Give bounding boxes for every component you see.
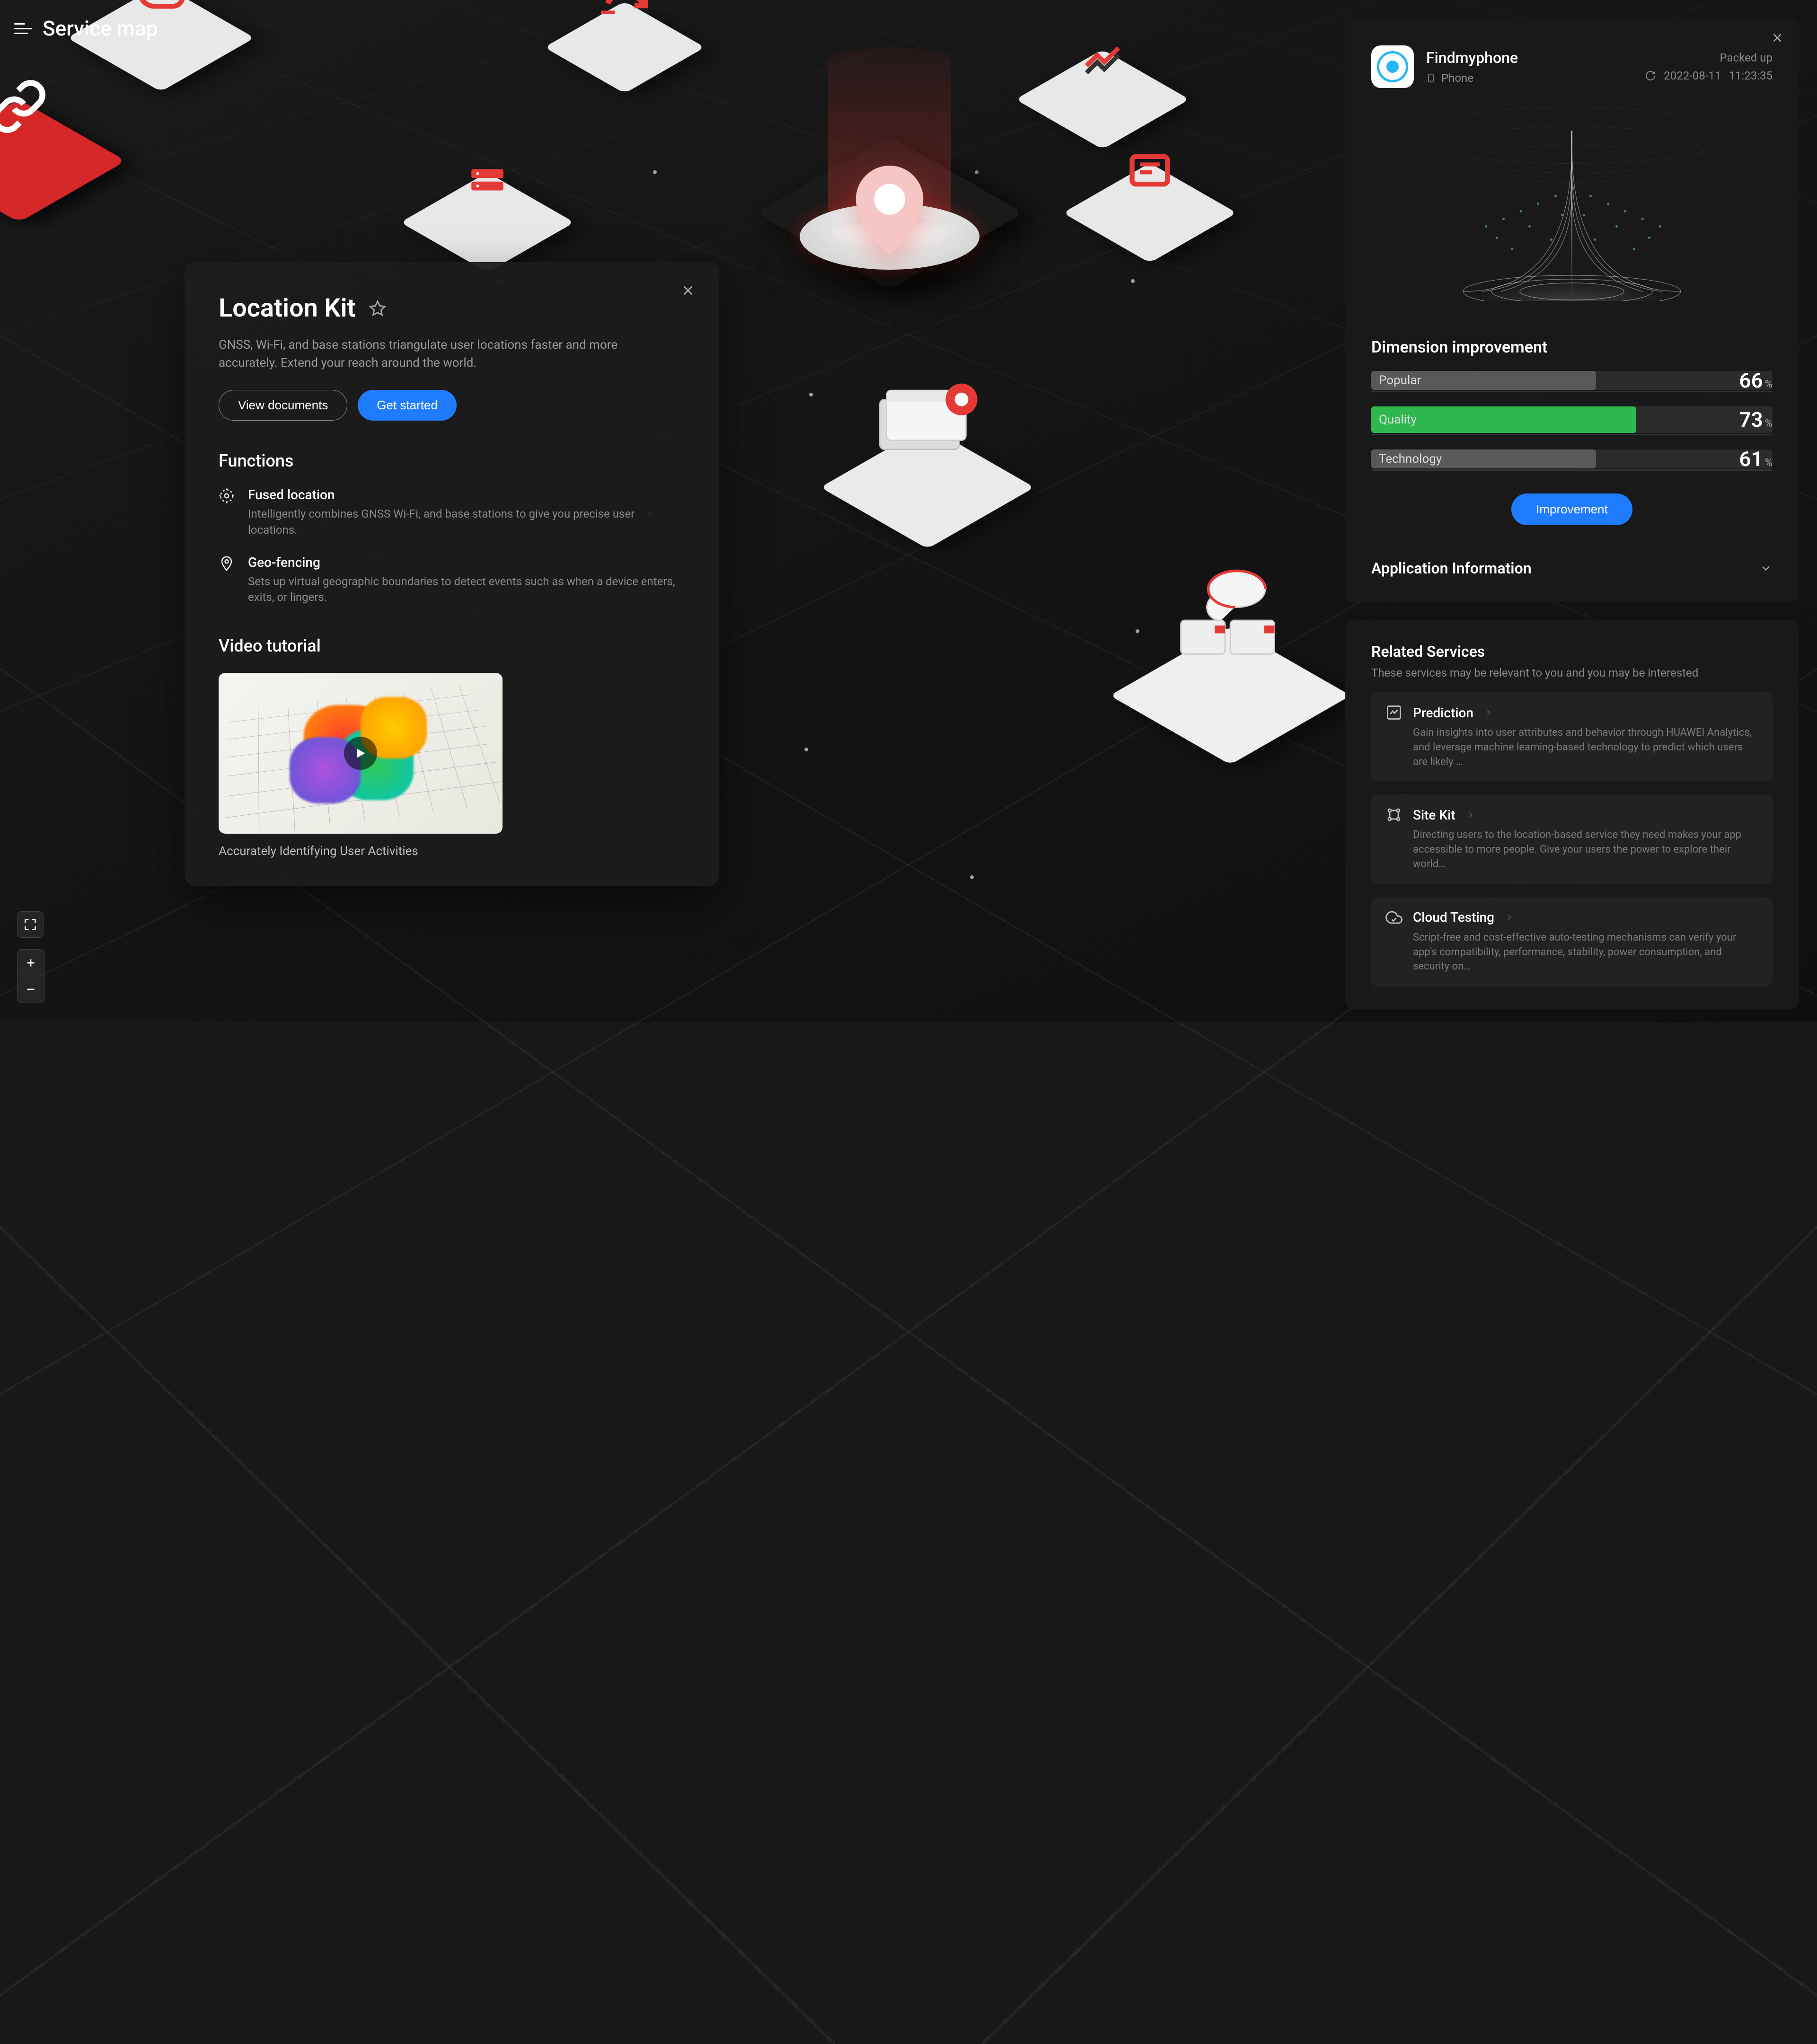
radar-graphic bbox=[1411, 107, 1733, 315]
related-subtitle: These services may be relevant to you an… bbox=[1371, 666, 1773, 679]
function-item: Fused location Intelligently combines GN… bbox=[219, 487, 685, 538]
metric-value: 61 bbox=[1739, 447, 1763, 471]
favorite-star-icon[interactable] bbox=[369, 300, 386, 317]
metric-value: 66 bbox=[1739, 368, 1763, 393]
sync-icon bbox=[1645, 70, 1656, 81]
related-services-panel: Related Services These services may be r… bbox=[1345, 620, 1799, 1009]
get-started-button[interactable]: Get started bbox=[358, 390, 457, 421]
metric-value: 73 bbox=[1739, 407, 1763, 432]
functions-heading: Functions bbox=[219, 451, 685, 471]
related-item-sitekit[interactable]: Site Kit Directing users to the location… bbox=[1371, 794, 1773, 884]
location-beacon[interactable] bbox=[795, 47, 984, 308]
fused-location-icon bbox=[219, 488, 235, 504]
metric-row-technology: Technology 61% bbox=[1371, 449, 1773, 471]
function-item: Geo-fencing Sets up virtual geographic b… bbox=[219, 555, 685, 606]
phone-icon bbox=[1426, 71, 1436, 85]
sitekit-icon bbox=[1385, 806, 1402, 823]
app-icon bbox=[1371, 45, 1414, 88]
related-item-desc: Gain insights into user attributes and b… bbox=[1413, 726, 1758, 769]
metric-row-quality: Quality 73% bbox=[1371, 406, 1773, 435]
fullscreen-button[interactable] bbox=[17, 911, 44, 938]
chevron-right-icon bbox=[1505, 913, 1514, 922]
related-item-name: Cloud Testing bbox=[1413, 909, 1494, 925]
related-item-prediction[interactable]: Prediction Gain insights into user attri… bbox=[1371, 692, 1773, 782]
news-icon bbox=[1088, 125, 1211, 215]
app-date: 2022-08-11 bbox=[1664, 69, 1721, 82]
related-item-name: Prediction bbox=[1413, 705, 1473, 721]
page-title: Service map bbox=[43, 16, 158, 41]
metric-label: Popular bbox=[1379, 373, 1421, 388]
metric-label: Technology bbox=[1379, 452, 1442, 466]
card-description: GNSS, Wi-Fi, and base stations triangula… bbox=[219, 336, 644, 372]
function-name: Fused location bbox=[248, 487, 685, 502]
app-status: Packed up bbox=[1645, 51, 1773, 64]
cloud-stack-icon bbox=[1145, 554, 1315, 677]
function-desc: Sets up virtual geographic boundaries to… bbox=[248, 574, 685, 606]
metric-row-popular: Popular 66% bbox=[1371, 371, 1773, 392]
appinfo-title: Application Information bbox=[1371, 559, 1532, 577]
related-item-desc: Directing users to the location-based se… bbox=[1413, 828, 1758, 872]
video-heading: Video tutorial bbox=[219, 636, 685, 656]
related-item-desc: Script-free and cost-effective auto-test… bbox=[1413, 931, 1758, 974]
improvement-button[interactable]: Improvement bbox=[1511, 493, 1632, 525]
menu-icon[interactable] bbox=[14, 19, 32, 37]
app-name: Findmyphone bbox=[1426, 49, 1632, 67]
location-kit-card: Location Kit GNSS, Wi-Fi, and base stati… bbox=[185, 262, 719, 886]
dimension-heading: Dimension improvement bbox=[1371, 338, 1773, 357]
zoom-in-button[interactable] bbox=[18, 950, 44, 976]
cloudtesting-icon bbox=[1385, 909, 1402, 926]
close-button[interactable] bbox=[679, 281, 697, 300]
prediction-icon bbox=[1385, 704, 1402, 721]
app-device: Phone bbox=[1441, 71, 1473, 85]
view-documents-button[interactable]: View documents bbox=[219, 390, 347, 421]
close-button[interactable] bbox=[1769, 29, 1786, 46]
play-icon bbox=[344, 737, 377, 770]
app-details-panel: Findmyphone Phone Packed up 2022-08-11 1… bbox=[1345, 18, 1799, 602]
chevron-right-icon bbox=[1466, 810, 1475, 819]
chevron-down-icon bbox=[1759, 562, 1773, 575]
metric-label: Quality bbox=[1379, 413, 1417, 427]
location-pin-icon bbox=[854, 166, 925, 256]
related-item-name: Site Kit bbox=[1413, 807, 1455, 823]
video-thumbnail[interactable] bbox=[219, 673, 503, 834]
chart-icon bbox=[1041, 12, 1164, 102]
geo-fencing-icon bbox=[219, 555, 235, 572]
refresh-icon bbox=[568, 0, 681, 52]
application-information-toggle[interactable]: Application Information bbox=[1371, 548, 1773, 579]
function-name: Geo-fencing bbox=[248, 555, 685, 570]
related-heading: Related Services bbox=[1371, 643, 1773, 661]
windows-gear-icon bbox=[852, 364, 1003, 473]
related-item-cloudtesting[interactable]: Cloud Testing Script-free and cost-effec… bbox=[1371, 897, 1773, 987]
storage-icon bbox=[426, 135, 549, 225]
app-time: 11:23:35 bbox=[1729, 69, 1773, 82]
function-desc: Intelligently combines GNSS Wi-Fi, and b… bbox=[248, 506, 685, 538]
video-caption: Accurately Identifying User Activities bbox=[219, 844, 685, 858]
chevron-right-icon bbox=[1484, 708, 1493, 717]
zoom-out-button[interactable] bbox=[18, 976, 44, 1003]
link-icon bbox=[0, 52, 95, 161]
card-title: Location Kit bbox=[219, 293, 356, 323]
